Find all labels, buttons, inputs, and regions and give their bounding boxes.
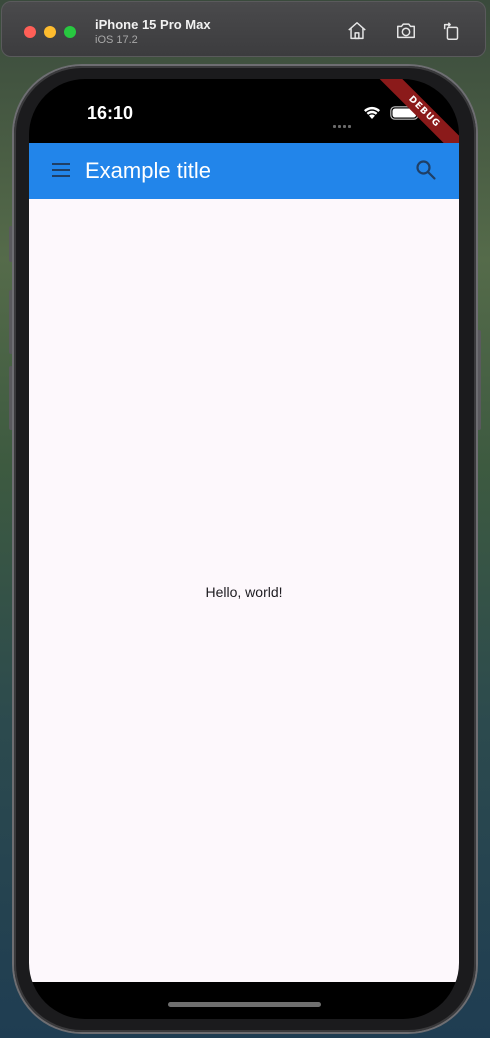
device-name: iPhone 15 Pro Max <box>95 17 211 32</box>
hello-text: Hello, world! <box>205 583 283 600</box>
main-content: Hello, world! <box>29 199 459 982</box>
status-time: 16:10 <box>87 103 134 123</box>
rotate-icon[interactable] <box>441 20 463 42</box>
search-icon[interactable] <box>415 159 437 181</box>
simulator-titlebar: iPhone 15 Pro Max iOS 17.2 <box>1 1 486 57</box>
volume-down-button <box>9 366 13 430</box>
zoom-window-button[interactable] <box>64 26 76 38</box>
power-button <box>477 330 481 430</box>
close-window-button[interactable] <box>24 26 36 38</box>
app-bar: Example title <box>29 143 459 199</box>
os-version: iOS 17.2 <box>95 34 138 46</box>
device-screen: 16:10 DEBUG Example title Hello, world! <box>29 79 459 1019</box>
menu-icon[interactable] <box>51 161 71 179</box>
page-title: Example title <box>85 158 211 183</box>
volume-up-button <box>9 290 13 354</box>
camera-icon[interactable] <box>395 20 417 42</box>
action-button <box>9 226 13 262</box>
cellular-signal-icon <box>333 115 355 128</box>
wifi-icon <box>362 104 382 120</box>
home-indicator[interactable] <box>168 1002 321 1007</box>
home-icon[interactable] <box>346 20 368 42</box>
minimize-window-button[interactable] <box>44 26 56 38</box>
